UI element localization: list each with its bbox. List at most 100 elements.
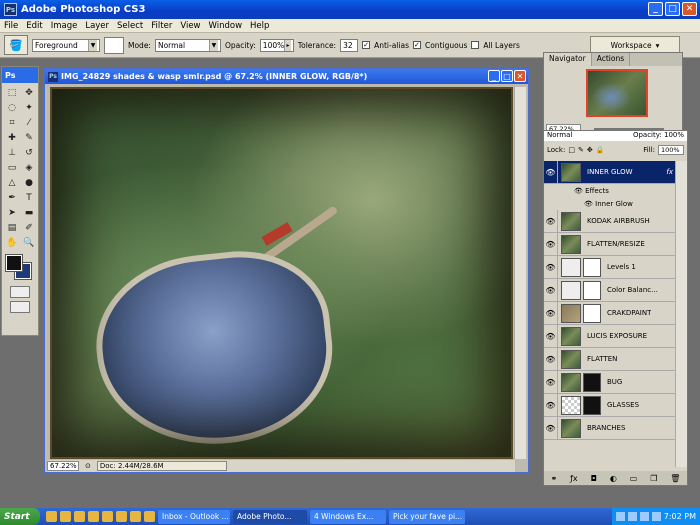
image-canvas[interactable]: [50, 87, 513, 459]
quick-launch-icon[interactable]: [46, 511, 57, 522]
screen-mode-button[interactable]: [10, 301, 30, 313]
eye-icon[interactable]: 👁: [574, 187, 583, 195]
close-button[interactable]: ✕: [682, 2, 697, 16]
menu-view[interactable]: View: [180, 21, 200, 31]
menu-window[interactable]: Window: [209, 21, 243, 31]
tab-actions[interactable]: Actions: [592, 53, 631, 66]
effect-inner-glow-row[interactable]: 👁 Inner Glow: [544, 197, 676, 210]
eye-icon[interactable]: 👁: [544, 209, 558, 233]
menu-help[interactable]: Help: [250, 21, 269, 31]
paint-bucket-tool-icon[interactable]: ◈: [21, 161, 37, 175]
quick-launch-icon[interactable]: [130, 511, 141, 522]
magic-wand-tool-icon[interactable]: ✦: [21, 101, 37, 115]
crop-tool-icon[interactable]: ⌗: [4, 116, 20, 130]
layers-scrollbar[interactable]: [675, 161, 687, 467]
clock[interactable]: 7:02 PM: [664, 512, 696, 521]
mode-select[interactable]: Normal ▼: [154, 38, 221, 52]
eye-icon[interactable]: 👁: [544, 278, 558, 302]
eye-icon[interactable]: 👁: [584, 200, 593, 208]
fx-icon[interactable]: ƒx: [570, 474, 578, 483]
eye-icon[interactable]: 👁: [544, 393, 558, 417]
brush-tool-icon[interactable]: ✎: [21, 131, 37, 145]
eye-icon[interactable]: 👁: [544, 255, 558, 279]
lock-position-icon[interactable]: ✥: [587, 146, 593, 154]
menu-image[interactable]: Image: [51, 21, 78, 31]
eye-icon[interactable]: 👁: [544, 370, 558, 394]
layer-row-bug[interactable]: 👁 BUG: [544, 370, 676, 394]
eye-icon[interactable]: 👁: [544, 416, 558, 440]
task-browser[interactable]: Pick your fave pi...: [389, 509, 465, 524]
paint-bucket-tool-preset-icon[interactable]: 🪣: [4, 35, 28, 55]
type-tool-icon[interactable]: T: [21, 191, 37, 205]
contiguous-checkbox[interactable]: ✓: [412, 41, 421, 49]
fill-source-select[interactable]: Foreground ▼: [32, 38, 100, 52]
fx-icon[interactable]: fx: [666, 168, 673, 176]
quick-launch-icon[interactable]: [88, 511, 99, 522]
layer-row-lucis-exposure[interactable]: 👁 LUCIS EXPOSURE: [544, 324, 676, 348]
clone-stamp-tool-icon[interactable]: ⊥: [4, 146, 20, 160]
dodge-tool-icon[interactable]: ●: [21, 176, 37, 190]
layer-opacity-value[interactable]: 100%: [664, 131, 684, 139]
menu-layer[interactable]: Layer: [85, 21, 109, 31]
task-outlook[interactable]: Inbox - Outlook ...: [158, 509, 230, 524]
lasso-tool-icon[interactable]: ◌: [4, 101, 20, 115]
start-button[interactable]: Start: [0, 508, 40, 525]
task-windows-explorer[interactable]: 4 Windows Ex...: [310, 509, 386, 524]
pattern-picker[interactable]: [104, 36, 124, 54]
all-layers-checkbox[interactable]: [471, 41, 480, 49]
doc-close-button[interactable]: ✕: [514, 70, 526, 82]
layer-row-color-balance[interactable]: 👁 Color Balanc...: [544, 278, 676, 302]
trash-icon[interactable]: 🗑: [670, 474, 680, 483]
layer-row-branches[interactable]: 👁 BRANCHES: [544, 416, 676, 440]
layer-row-inner-glow[interactable]: 👁 INNER GLOW fx: [544, 160, 676, 184]
tolerance-input[interactable]: 32: [340, 38, 359, 52]
lock-image-icon[interactable]: ✎: [578, 146, 584, 154]
vertical-scrollbar[interactable]: [514, 87, 526, 459]
opacity-input[interactable]: 100% ▸: [259, 38, 294, 52]
link-layers-icon[interactable]: ⚭: [550, 474, 557, 483]
new-layer-icon[interactable]: ❐: [650, 474, 657, 483]
zoom-tool-icon[interactable]: 🔍: [21, 236, 37, 250]
history-brush-tool-icon[interactable]: ↺: [21, 146, 37, 160]
effects-row[interactable]: 👁 Effects: [544, 184, 676, 197]
doc-zoom-field[interactable]: 67.22%: [47, 461, 79, 471]
eye-icon[interactable]: 👁: [544, 324, 558, 348]
shape-tool-icon[interactable]: ▬: [21, 206, 37, 220]
antialias-checkbox[interactable]: ✓: [362, 41, 371, 49]
add-mask-icon[interactable]: ◘: [591, 474, 597, 483]
healing-brush-tool-icon[interactable]: ✚: [4, 131, 20, 145]
marquee-tool-icon[interactable]: ⬚: [4, 86, 20, 100]
menu-filter[interactable]: Filter: [151, 21, 172, 31]
doc-maximize-button[interactable]: □: [501, 70, 513, 82]
doc-size-info[interactable]: Doc: 2.44M/28.6M: [96, 461, 227, 471]
tray-icon[interactable]: [651, 512, 661, 521]
eyedropper-tool-icon[interactable]: ⁄: [21, 116, 37, 130]
blend-mode-select[interactable]: Normal: [547, 131, 572, 141]
lock-transparency-icon[interactable]: □: [568, 146, 575, 154]
layer-row-crakdpaint[interactable]: 👁 CRAKDPAINT: [544, 301, 676, 325]
eye-icon[interactable]: 👁: [544, 347, 558, 371]
task-photoshop[interactable]: Adobe Photo...: [233, 509, 307, 524]
tray-icon[interactable]: [627, 512, 637, 521]
layer-row-flatten-resize[interactable]: 👁 FLATTEN/RESIZE: [544, 232, 676, 256]
maximize-button[interactable]: □: [665, 2, 680, 16]
blur-tool-icon[interactable]: △: [4, 176, 20, 190]
status-options-icon[interactable]: ⊙: [85, 462, 91, 470]
menu-edit[interactable]: Edit: [26, 21, 42, 31]
minimize-button[interactable]: _: [648, 2, 663, 16]
tray-icon[interactable]: [639, 512, 649, 521]
layer-row-kodak-airbrush[interactable]: 👁 KODAK AIRBRUSH: [544, 209, 676, 233]
quick-launch-icon[interactable]: [144, 511, 155, 522]
eye-icon[interactable]: 👁: [544, 232, 558, 256]
tab-navigator[interactable]: Navigator: [544, 53, 592, 66]
quick-launch-icon[interactable]: [60, 511, 71, 522]
pen-tool-icon[interactable]: ✒: [4, 191, 20, 205]
fill-value[interactable]: 100%: [658, 145, 684, 155]
quick-launch-icon[interactable]: [116, 511, 127, 522]
adjustment-layer-icon[interactable]: ◐: [610, 474, 617, 483]
layer-row-flatten[interactable]: 👁 FLATTEN: [544, 347, 676, 371]
doc-minimize-button[interactable]: _: [488, 70, 500, 82]
path-selection-tool-icon[interactable]: ➤: [4, 206, 20, 220]
hand-tool-icon[interactable]: ✋: [4, 236, 20, 250]
menu-file[interactable]: File: [4, 21, 18, 31]
